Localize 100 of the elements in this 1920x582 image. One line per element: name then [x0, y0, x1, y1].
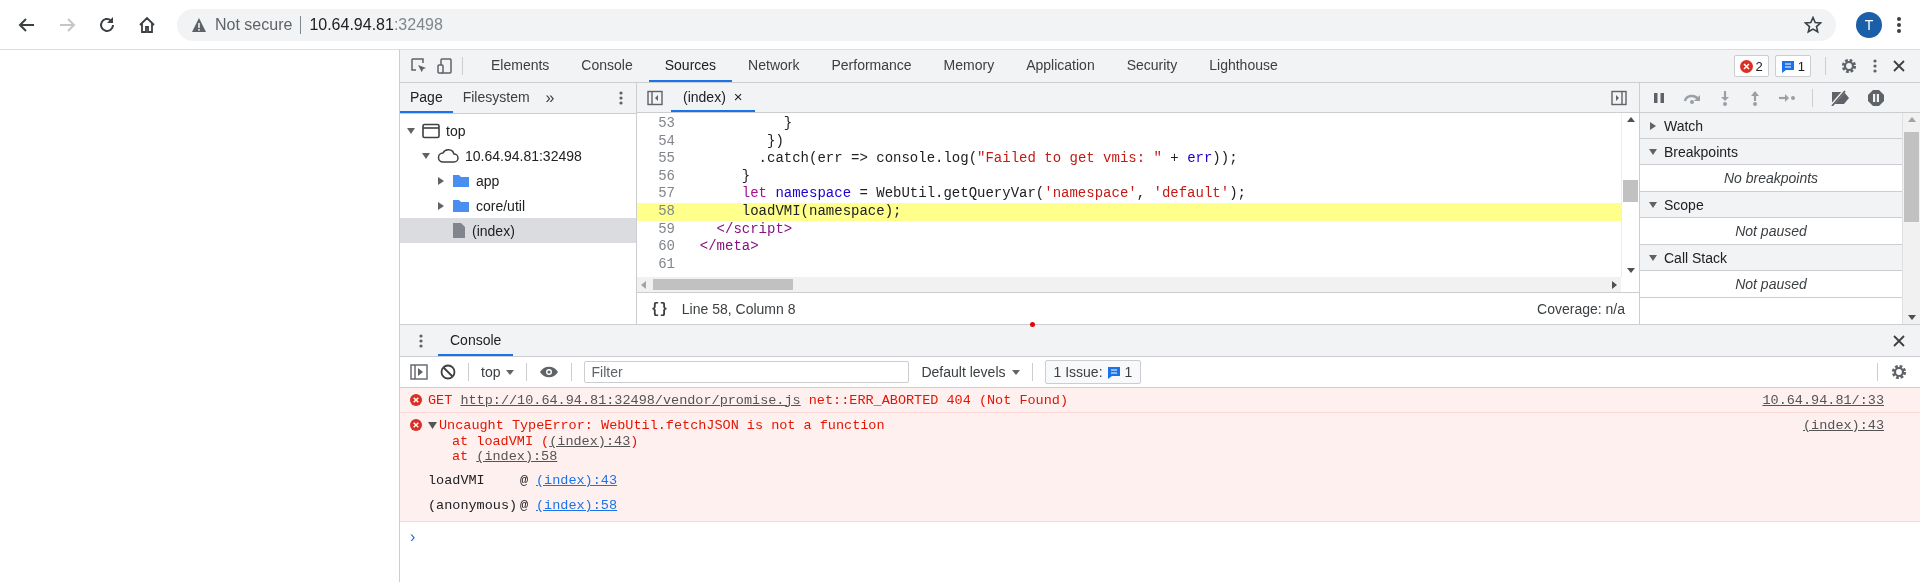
section-header[interactable]: Scope: [1664, 196, 1704, 213]
deactivate-breakpoints-icon[interactable]: [1829, 89, 1851, 106]
disclosure-triangle-icon[interactable]: [428, 420, 437, 430]
error-icon: [410, 419, 422, 431]
error-icon: [1739, 59, 1753, 73]
menu-icon[interactable]: [1896, 15, 1902, 34]
disclosure-triangle-icon[interactable]: [421, 150, 431, 161]
link[interactable]: (index):43: [549, 434, 631, 449]
panel-tab[interactable]: Security: [1110, 50, 1194, 82]
close-drawer-icon[interactable]: [1892, 333, 1906, 348]
console-prompt[interactable]: ›: [400, 522, 1920, 552]
tree-item-label[interactable]: top: [446, 122, 466, 139]
scroll-up-icon: [1907, 117, 1916, 122]
scrollbar-thumb[interactable]: [1623, 180, 1638, 202]
message-count-badge[interactable]: 1: [1774, 55, 1811, 77]
pretty-print-button[interactable]: {}: [651, 300, 668, 317]
disclosure-triangle-icon[interactable]: [1648, 252, 1658, 263]
message-icon: [1780, 59, 1795, 73]
error-icon: [410, 394, 422, 406]
device-toolbar-icon[interactable]: [436, 57, 454, 75]
source-link[interactable]: (index):43: [536, 473, 617, 488]
disclosure-triangle-icon[interactable]: [1648, 120, 1658, 131]
close-devtools-icon[interactable]: [1892, 59, 1906, 73]
panel-tab[interactable]: Application: [1010, 50, 1111, 82]
code-line: </meta>: [698, 238, 759, 256]
toggle-debugger-icon[interactable]: [1611, 89, 1627, 106]
function-name: loadVMI: [428, 473, 486, 488]
section-header[interactable]: Call Stack: [1664, 249, 1728, 266]
panel-tab[interactable]: Lighthouse: [1193, 50, 1294, 82]
error-count-badge[interactable]: 2: [1733, 55, 1769, 77]
link[interactable]: http://10.64.94.81:32498/vendor/promise.js: [460, 392, 801, 408]
vertical-scrollbar[interactable]: [1902, 113, 1920, 324]
section-header[interactable]: Watch: [1664, 117, 1704, 134]
address-bar[interactable]: Not secure 10.64.94.81:32498: [177, 8, 1836, 41]
tree-item-label[interactable]: 10.64.94.81:32498: [465, 147, 582, 164]
code-line: loadVMI(namespace);: [740, 202, 902, 221]
settings-icon[interactable]: [1840, 57, 1858, 75]
source-link[interactable]: (index):43: [1803, 417, 1884, 433]
home-icon[interactable]: [137, 14, 157, 35]
source-link[interactable]: (index):58: [536, 498, 617, 513]
line-number: 61: [657, 255, 676, 274]
scroll-left-icon: [641, 280, 646, 289]
clear-console-icon[interactable]: [440, 364, 456, 380]
horizontal-scrollbar[interactable]: [637, 277, 1621, 292]
security-label[interactable]: Not secure: [215, 15, 293, 34]
panel-tab[interactable]: Performance: [815, 50, 928, 82]
navigator-tab[interactable]: Filesystem: [452, 83, 540, 113]
close-tab-button[interactable]: ×: [733, 88, 743, 105]
more-icon[interactable]: [418, 332, 424, 349]
line-number: 56: [657, 167, 676, 186]
tree-item-label[interactable]: app: [476, 172, 500, 189]
link[interactable]: (index):58: [476, 449, 558, 464]
tree-item-label[interactable]: (index): [472, 222, 515, 239]
profile-avatar[interactable]: T: [1856, 11, 1882, 38]
disclosure-triangle-icon[interactable]: [1648, 199, 1658, 210]
pause-on-exceptions-icon[interactable]: [1867, 88, 1885, 107]
disclosure-triangle-icon[interactable]: [406, 125, 416, 136]
issues-button[interactable]: 1 Issue: 1: [1044, 360, 1142, 384]
at-sign: @: [520, 498, 530, 513]
scroll-down-icon: [1626, 268, 1635, 273]
inspect-icon[interactable]: [410, 57, 428, 75]
file-tab[interactable]: (index) ×: [671, 83, 755, 112]
at-sign: @: [520, 473, 530, 488]
empty-message: Not paused: [1735, 223, 1807, 239]
panel-tab[interactable]: Memory: [927, 50, 1011, 82]
empty-message: Not paused: [1735, 276, 1807, 292]
star-icon[interactable]: [1804, 15, 1822, 34]
console-message: Uncaught TypeError: WebUtil.fetchJSON is not a function: [439, 417, 885, 433]
url-text[interactable]: 10.64.94.81:32498: [309, 15, 443, 34]
coverage-status: Coverage: n/a: [1537, 300, 1625, 317]
settings-icon[interactable]: [1890, 363, 1908, 381]
panel-tab[interactable]: Console: [565, 50, 649, 82]
code-line: .catch(err => console.log("Failed to get vmis: " + err));: [757, 150, 1238, 168]
panel-tab[interactable]: Elements: [475, 50, 566, 82]
resize-marker: [1030, 322, 1035, 327]
disclosure-triangle-icon[interactable]: [436, 175, 446, 186]
navigator-tab[interactable]: Page: [400, 83, 453, 113]
panel-tab[interactable]: Network: [732, 50, 816, 82]
tree-item-label[interactable]: core/util: [476, 197, 526, 214]
source-link[interactable]: 10.64.94.81/:33: [1762, 392, 1884, 408]
line-number: 59: [657, 220, 676, 239]
file-icon: [452, 222, 466, 239]
context-dropdown[interactable]: top: [481, 364, 515, 380]
scrollbar-thumb[interactable]: [653, 279, 793, 290]
more-icon[interactable]: [1872, 58, 1878, 74]
disclosure-triangle-icon[interactable]: [436, 200, 446, 211]
toggle-navigator-icon[interactable]: [647, 89, 663, 106]
filter-field[interactable]: Filter: [584, 361, 910, 383]
more-icon[interactable]: [618, 90, 624, 106]
section-header[interactable]: Breakpoints: [1664, 143, 1738, 160]
sidebar-toggle-icon[interactable]: [410, 364, 428, 380]
pause-icon[interactable]: [1652, 90, 1666, 105]
scrollbar-thumb[interactable]: [1904, 132, 1919, 222]
vertical-scrollbar[interactable]: [1621, 113, 1639, 277]
eye-icon[interactable]: [539, 365, 560, 379]
disclosure-triangle-icon[interactable]: [1648, 146, 1658, 157]
drawer-tab[interactable]: Console: [438, 325, 514, 356]
cloud-icon: [437, 147, 459, 164]
more-tabs-button[interactable]: »: [545, 89, 555, 107]
log-levels-dropdown[interactable]: Default levels: [921, 364, 1020, 380]
